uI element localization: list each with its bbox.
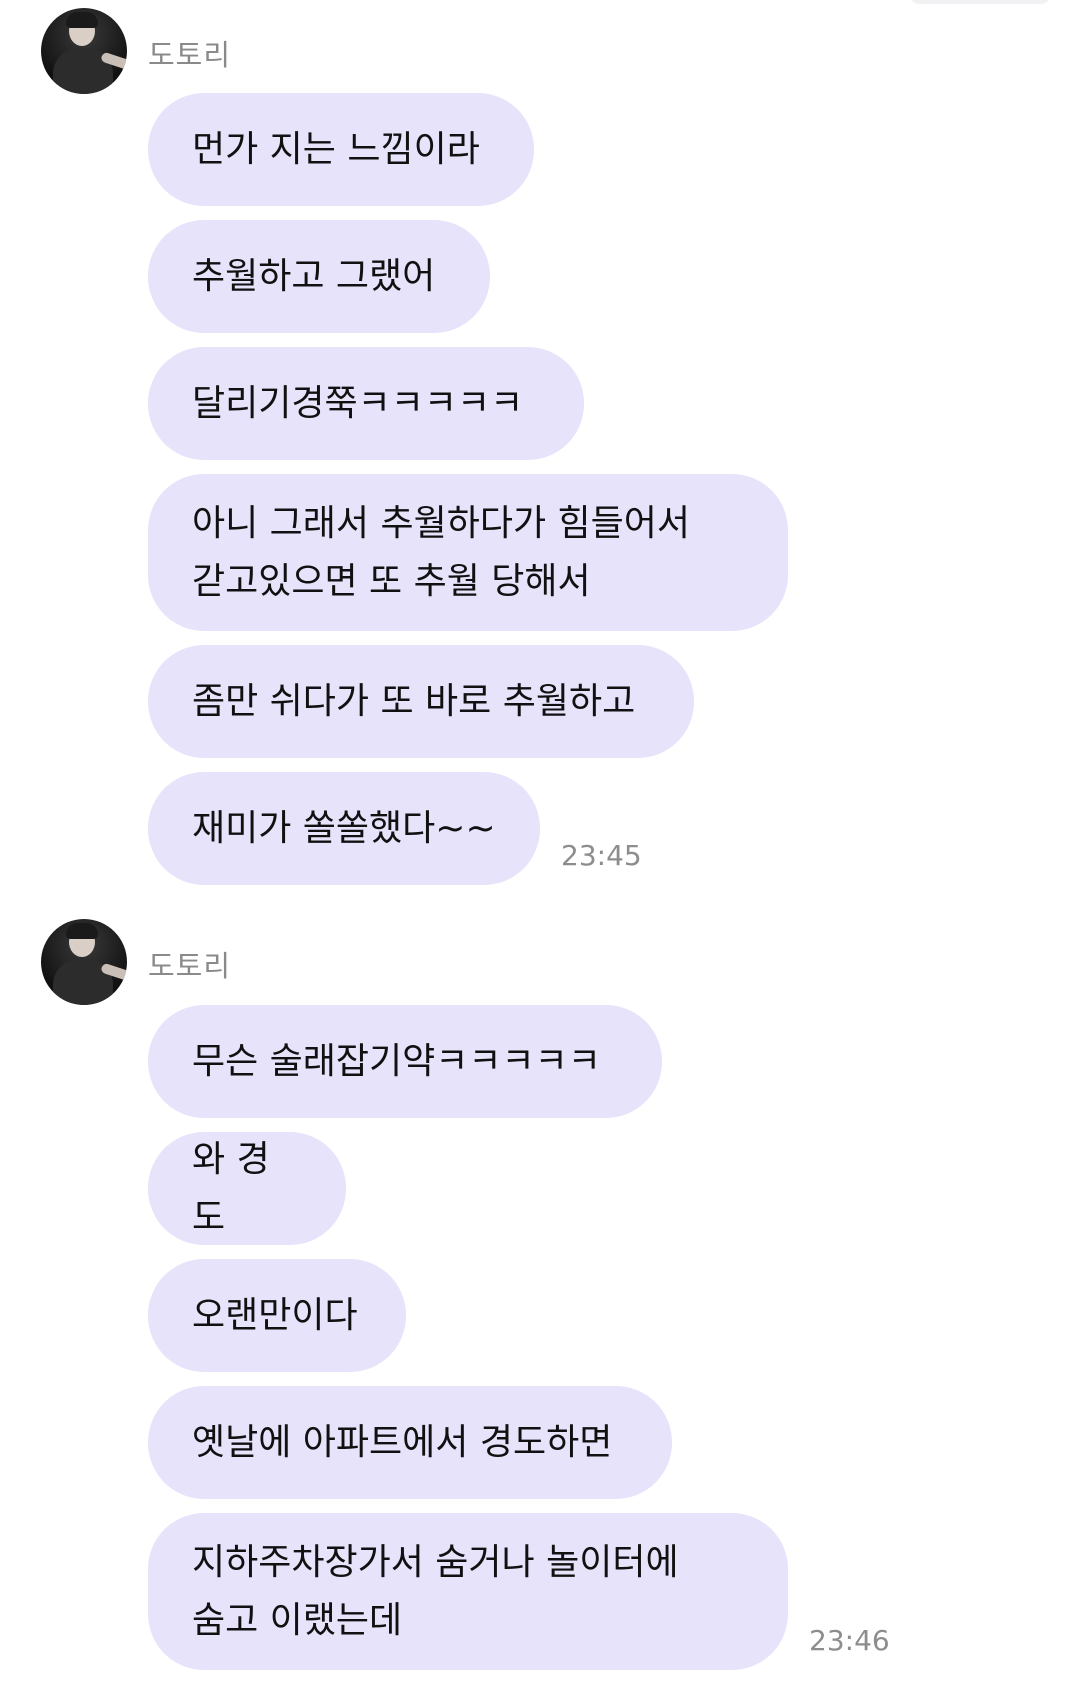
sender-name[interactable]: 도토리 [148, 38, 231, 72]
message-text: 달리기경쭉ㅋㅋㅋㅋㅋ [192, 382, 524, 424]
message-bubble[interactable]: 먼가 지는 느낌이라 [148, 93, 534, 206]
message-text: 먼가 지는 느낌이라 [192, 128, 480, 170]
message-text: 추월하고 그랬어 [192, 255, 436, 297]
top-scroll-indicator [910, 0, 1050, 4]
message-text: 무슨 술래잡기약ㅋㅋㅋㅋㅋ [192, 1040, 601, 1082]
message-bubble[interactable]: 와 경도 [148, 1132, 346, 1245]
message-bubble[interactable]: 좀만 쉬다가 또 바로 추월하고 [148, 645, 694, 758]
message-text: 좀만 쉬다가 또 바로 추월하고 [192, 680, 636, 722]
message-bubble[interactable]: 추월하고 그랬어 [148, 220, 490, 333]
message-bubble[interactable]: 달리기경쭉ㅋㅋㅋㅋㅋ [148, 347, 584, 460]
message-text: 재미가 쏠쏠했다~~ [192, 807, 496, 849]
message-text: 아니 그래서 추월하다가 힘들어서 갇고있으면 또 추월 당해서 [192, 502, 691, 602]
sender-avatar[interactable] [41, 919, 127, 1005]
message-bubble[interactable]: 옛날에 아파트에서 경도하면 [148, 1386, 672, 1499]
sender-avatar[interactable] [41, 8, 127, 94]
message-bubble[interactable]: 오랜만이다 [148, 1259, 406, 1372]
message-timestamp: 23:46 [809, 1624, 890, 1657]
sender-name[interactable]: 도토리 [148, 949, 231, 983]
message-bubble[interactable]: 지하주차장가서 숨거나 놀이터에 숨고 이랬는데 [148, 1513, 788, 1670]
message-text: 지하주차장가서 숨거나 놀이터에 숨고 이랬는데 [192, 1541, 679, 1641]
message-text: 옛날에 아파트에서 경도하면 [192, 1421, 613, 1463]
message-text: 오랜만이다 [192, 1294, 358, 1336]
message-timestamp: 23:45 [561, 839, 642, 872]
message-bubble[interactable]: 재미가 쏠쏠했다~~ [148, 772, 540, 885]
message-bubble[interactable]: 아니 그래서 추월하다가 힘들어서 갇고있으면 또 추월 당해서 [148, 474, 788, 631]
message-bubble[interactable]: 무슨 술래잡기약ㅋㅋㅋㅋㅋ [148, 1005, 662, 1118]
message-text: 와 경도 [192, 1138, 270, 1238]
